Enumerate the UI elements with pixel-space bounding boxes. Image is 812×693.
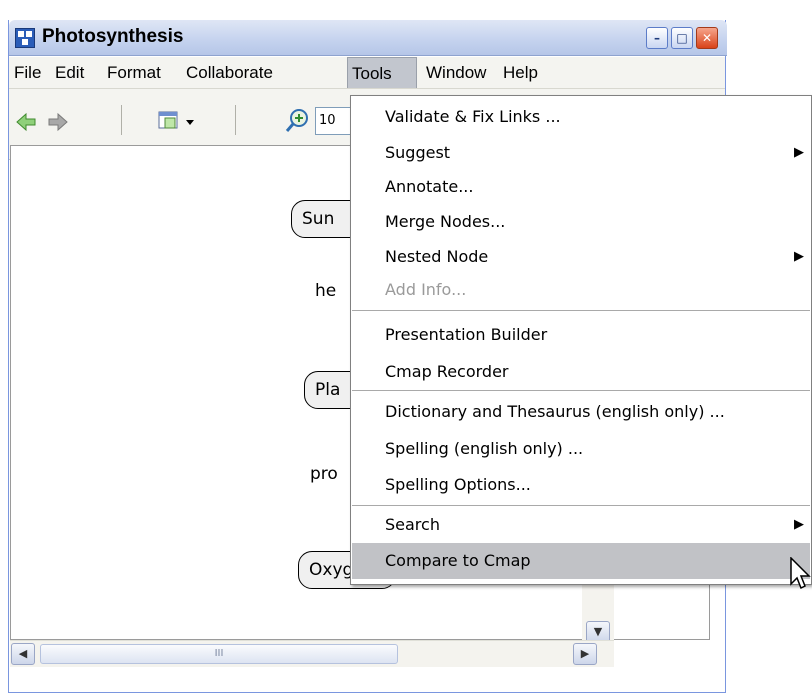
menu-separator <box>352 505 810 506</box>
minimize-button[interactable]: – <box>646 27 668 49</box>
toolbar-separator <box>121 105 122 135</box>
menu-edit[interactable]: Edit <box>55 57 84 88</box>
submenu-arrow-icon: ▶ <box>794 517 804 532</box>
horizontal-scroll-thumb[interactable]: III <box>40 644 398 664</box>
menu-item-cmap-recorder[interactable]: Cmap Recorder <box>352 354 810 390</box>
menu-item-validate-fix-links[interactable]: Validate & Fix Links ... <box>352 99 810 135</box>
title-bar[interactable]: Photosynthesis – □ ✕ <box>9 20 727 56</box>
menu-item-search[interactable]: Search ▶ <box>352 507 810 543</box>
menu-separator <box>352 390 810 391</box>
menu-item-annotate[interactable]: Annotate... <box>352 169 810 205</box>
menu-item-label: Presentation Builder <box>385 325 548 344</box>
cmap-app-icon <box>15 28 35 48</box>
menu-item-suggest[interactable]: Suggest ▶ <box>352 135 810 171</box>
menu-item-dictionary-thesaurus[interactable]: Dictionary and Thesaurus (english only) … <box>352 394 810 430</box>
menu-help[interactable]: Help <box>503 57 538 88</box>
scroll-left-button[interactable]: ◀ <box>11 643 35 665</box>
menu-separator <box>352 310 810 311</box>
menu-item-label: Annotate... <box>385 177 474 196</box>
window-title: Photosynthesis <box>42 26 184 47</box>
menu-file[interactable]: File <box>14 57 41 88</box>
menu-item-label: Suggest <box>385 143 451 162</box>
submenu-arrow-icon: ▶ <box>794 249 804 264</box>
scroll-right-button[interactable]: ▶ <box>573 643 597 665</box>
horizontal-scrollbar[interactable]: ◀ III ▶ <box>10 640 614 667</box>
menu-item-label: Spelling Options... <box>385 475 531 494</box>
menu-item-spelling[interactable]: Spelling (english only) ... <box>352 431 810 467</box>
menu-item-label: Compare to Cmap <box>385 551 531 570</box>
menu-item-presentation-builder[interactable]: Presentation Builder <box>352 317 810 353</box>
linking-phrase[interactable]: he <box>315 281 336 301</box>
view-options-icon[interactable] <box>156 109 198 135</box>
forward-arrow-icon[interactable] <box>47 111 69 133</box>
menu-format[interactable]: Format <box>107 57 161 88</box>
linking-phrase[interactable]: pro <box>310 464 338 484</box>
close-button[interactable]: ✕ <box>696 27 718 49</box>
menu-bar: File Edit Format Collaborate Tools Windo… <box>9 57 725 89</box>
menu-item-label: Add Info... <box>385 280 467 299</box>
menu-item-merge-nodes[interactable]: Merge Nodes... <box>352 204 810 240</box>
zoom-icon[interactable] <box>285 108 311 134</box>
menu-item-add-info: Add Info... <box>352 272 810 308</box>
menu-item-spelling-options[interactable]: Spelling Options... <box>352 467 810 503</box>
back-arrow-icon[interactable] <box>15 111 37 133</box>
menu-tools[interactable]: Tools <box>347 57 417 88</box>
menu-item-label: Search <box>385 515 440 534</box>
menu-item-label: Validate & Fix Links ... <box>385 107 561 126</box>
mouse-pointer-icon <box>790 557 811 590</box>
menu-item-label: Nested Node <box>385 247 489 266</box>
menu-item-label: Merge Nodes... <box>385 212 506 231</box>
menu-item-label: Dictionary and Thesaurus (english only) … <box>385 402 725 421</box>
zoom-input[interactable]: 10 <box>315 107 355 135</box>
submenu-arrow-icon: ▶ <box>794 145 804 160</box>
menu-item-label: Spelling (english only) ... <box>385 439 584 458</box>
menu-item-label: Cmap Recorder <box>385 362 509 381</box>
maximize-button[interactable]: □ <box>671 27 693 49</box>
menu-window[interactable]: Window <box>426 57 486 88</box>
menu-item-compare-to-cmap[interactable]: Compare to Cmap <box>352 543 810 579</box>
toolbar-separator <box>235 105 236 135</box>
menu-item-nested-node[interactable]: Nested Node ▶ <box>352 239 810 275</box>
tools-menu: Validate & Fix Links ... Suggest ▶ Annot… <box>350 95 812 585</box>
menu-collaborate[interactable]: Collaborate <box>186 57 273 88</box>
